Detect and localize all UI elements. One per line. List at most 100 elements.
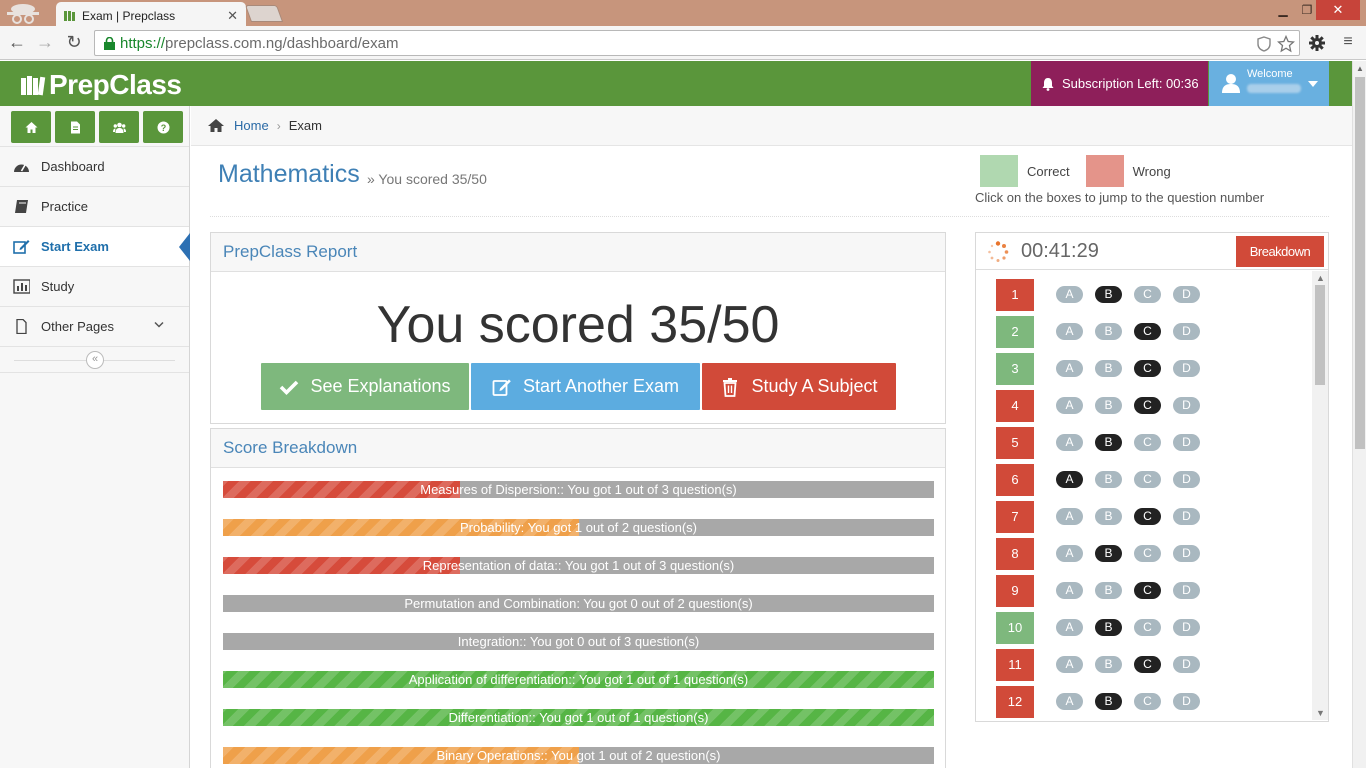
browser-menu-icon[interactable]: ≡ bbox=[1338, 33, 1358, 53]
question-list-scrollbar[interactable]: ▲ ▼ bbox=[1312, 271, 1328, 720]
see-explanations-button[interactable]: See Explanations bbox=[261, 363, 469, 410]
address-bar[interactable]: https://prepclass.com.ng/dashboard/exam bbox=[94, 30, 1300, 56]
sidebar-item-other-pages[interactable]: Other Pages bbox=[0, 306, 189, 346]
answer-option-d: D bbox=[1173, 545, 1200, 562]
answer-option-a: A bbox=[1056, 397, 1083, 414]
reload-icon[interactable]: ↻ bbox=[64, 33, 84, 53]
question-row: 10 A B C D bbox=[996, 612, 1286, 644]
answer-option-c: C bbox=[1134, 545, 1161, 562]
question-number-box[interactable]: 8 bbox=[996, 538, 1034, 570]
question-number-box[interactable]: 7 bbox=[996, 501, 1034, 533]
answer-option-b: B bbox=[1095, 619, 1122, 636]
collapse-sidebar-icon[interactable]: « bbox=[86, 351, 104, 369]
answer-option-c: C bbox=[1134, 693, 1161, 710]
tab-close-icon[interactable]: ✕ bbox=[227, 8, 238, 24]
breadcrumb: Home › Exam bbox=[191, 106, 1352, 146]
shield-icon[interactable] bbox=[1255, 35, 1273, 53]
browser-tab[interactable]: Exam | Prepclass ✕ bbox=[56, 2, 246, 26]
spinner-icon bbox=[988, 241, 1009, 262]
users-icon bbox=[112, 122, 126, 133]
question-row: 6 ABCD bbox=[996, 464, 1286, 496]
question-number-box[interactable]: 5 bbox=[996, 427, 1034, 459]
breadcrumb-home-link[interactable]: Home bbox=[234, 118, 269, 133]
question-circle-icon: ? bbox=[157, 121, 169, 133]
study-a-subject-label: Study A Subject bbox=[751, 376, 878, 396]
jump-hint: Click on the boxes to jump to the questi… bbox=[975, 190, 1265, 205]
bar-chart-icon bbox=[13, 279, 30, 294]
start-another-exam-label: Start Another Exam bbox=[522, 376, 680, 396]
user-menu[interactable]: Welcome bbox=[1209, 61, 1329, 106]
page-scrollbar[interactable]: ▲ bbox=[1352, 61, 1366, 768]
answer-option-a: A bbox=[1056, 286, 1083, 303]
answer-option-a: A bbox=[1056, 619, 1083, 636]
window-close-button[interactable]: ✕ bbox=[1316, 0, 1360, 20]
question-number-box[interactable]: 3 bbox=[996, 353, 1034, 385]
incognito-icon bbox=[7, 4, 39, 24]
sidebar-item-label: Other Pages bbox=[41, 319, 114, 334]
question-navigator-panel: 00:41:29 Breakdown 1ABCD2ABCD3ABCD4ABCD5… bbox=[975, 232, 1329, 722]
question-row: 11 A B C D bbox=[996, 649, 1286, 681]
sidebar-item-label: Practice bbox=[41, 199, 88, 214]
subscription-badge[interactable]: Subscription Left: 00:36 bbox=[1031, 61, 1208, 106]
topic-score-bar: Probability: You got 1 out of 2 question… bbox=[223, 519, 934, 536]
question-number-box[interactable]: 6 bbox=[996, 464, 1034, 496]
minimize-icon[interactable]: ▁ bbox=[1270, 0, 1296, 20]
answer-legend: Correct Wrong bbox=[980, 155, 1187, 187]
sidebar-item-label: Study bbox=[41, 279, 75, 294]
answer-option-a: A bbox=[1056, 656, 1083, 673]
question-list: 1ABCD2ABCD3ABCD4ABCD5ABCD6ABCD7ABCD8ABCD… bbox=[976, 271, 1310, 720]
page-scrollbar-thumb[interactable] bbox=[1355, 77, 1365, 449]
sidebar-item-start-exam[interactable]: Start Exam bbox=[0, 226, 190, 266]
scroll-down-icon[interactable]: ▼ bbox=[1316, 708, 1325, 718]
answer-option-b: B bbox=[1095, 286, 1122, 303]
report-panel-title: PrepClass Report bbox=[211, 233, 945, 272]
question-number-box[interactable]: 1 bbox=[996, 279, 1034, 311]
answer-option-b: B bbox=[1095, 360, 1122, 377]
file-icon bbox=[16, 319, 27, 334]
answer-option-c: C bbox=[1134, 323, 1161, 340]
logo[interactable]: PrepClass bbox=[20, 69, 182, 101]
new-tab-button[interactable] bbox=[244, 5, 284, 22]
sidebar-item-practice[interactable]: Practice bbox=[0, 186, 189, 226]
users-shortcut-button[interactable] bbox=[99, 111, 139, 143]
logo-text: PrepClass bbox=[49, 69, 182, 100]
breakdown-button[interactable]: Breakdown bbox=[1236, 236, 1324, 267]
answer-option-d: D bbox=[1173, 360, 1200, 377]
answer-option-d: D bbox=[1173, 693, 1200, 710]
score-breakdown-panel: Score Breakdown Measures of Dispersion::… bbox=[210, 428, 946, 768]
bookmark-star-icon[interactable] bbox=[1277, 35, 1295, 53]
start-another-exam-button[interactable]: Start Another Exam bbox=[471, 363, 700, 410]
answer-option-c: C bbox=[1134, 582, 1161, 599]
help-shortcut-button[interactable]: ? bbox=[143, 111, 183, 143]
username-blurred bbox=[1247, 84, 1301, 93]
topic-score-bar: Integration:: You got 0 out of 3 questio… bbox=[223, 633, 934, 650]
question-number-box[interactable]: 9 bbox=[996, 575, 1034, 607]
forward-icon[interactable]: → bbox=[35, 33, 55, 53]
answer-option-c: C bbox=[1134, 619, 1161, 636]
document-shortcut-button[interactable] bbox=[55, 111, 95, 143]
question-number-box[interactable]: 12 bbox=[996, 686, 1034, 718]
question-number-box[interactable]: 4 bbox=[996, 390, 1034, 422]
page-title: Mathematics bbox=[218, 160, 360, 188]
home-shortcut-button[interactable] bbox=[11, 111, 51, 143]
answer-option-a: A bbox=[1056, 323, 1083, 340]
extension-gear-icon[interactable] bbox=[1308, 34, 1326, 52]
question-row: 1 ABCD bbox=[996, 279, 1286, 311]
scrollbar-thumb[interactable] bbox=[1315, 285, 1325, 385]
study-a-subject-button[interactable]: Study A Subject bbox=[702, 363, 896, 410]
answer-option-b: B bbox=[1095, 656, 1122, 673]
back-icon[interactable]: ← bbox=[7, 33, 27, 53]
question-number-box[interactable]: 2 bbox=[996, 316, 1034, 348]
sidebar-item-label: Start Exam bbox=[41, 239, 109, 254]
question-row: 12 A B C D bbox=[996, 686, 1286, 718]
sidebar-item-study[interactable]: Study bbox=[0, 266, 189, 306]
page-subtitle: » You scored 35/50 bbox=[367, 171, 487, 187]
question-number-box[interactable]: 10 bbox=[996, 612, 1034, 644]
subscription-text: Subscription Left: 00:36 bbox=[1062, 76, 1199, 91]
scroll-up-icon[interactable]: ▲ bbox=[1316, 273, 1325, 283]
answer-option-d: D bbox=[1173, 397, 1200, 414]
scroll-up-icon[interactable]: ▲ bbox=[1356, 64, 1364, 73]
topic-score-label: Integration:: You got 0 out of 3 questio… bbox=[457, 634, 700, 649]
sidebar-item-dashboard[interactable]: Dashboard bbox=[0, 146, 189, 186]
question-number-box[interactable]: 11 bbox=[996, 649, 1034, 681]
